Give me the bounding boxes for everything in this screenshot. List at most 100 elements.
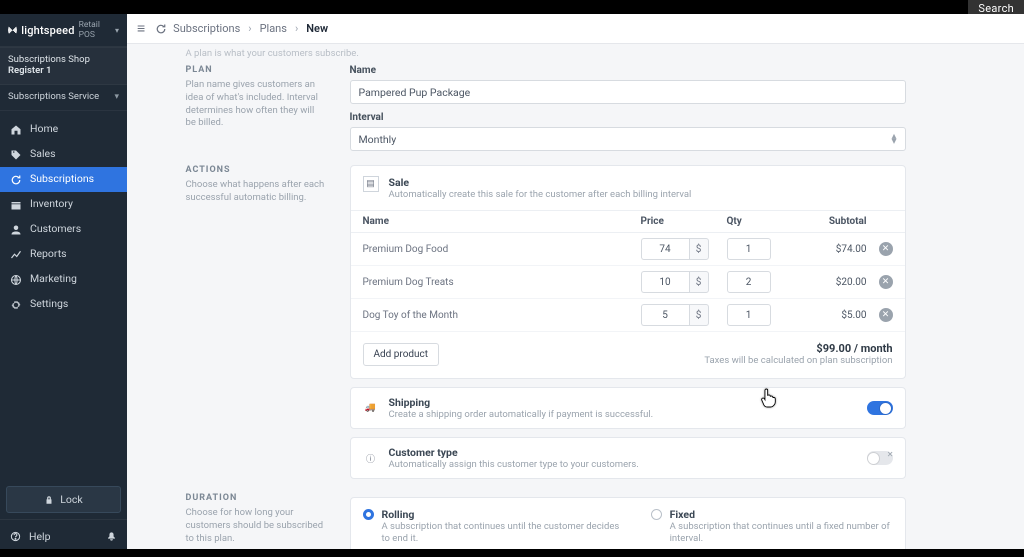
lightspeed-logo-icon (8, 24, 17, 36)
product-name: Premium Dog Treats (363, 277, 637, 288)
customer-type-toggle-row: ⓘ Customer type Automatically assign thi… (350, 437, 906, 479)
customer-type-subtitle: Automatically assign this customer type … (389, 459, 639, 470)
service-label: Subscriptions Service (8, 91, 99, 102)
plan-total: $99.00 / month (704, 342, 892, 355)
qty-input[interactable] (727, 304, 771, 326)
col-name: Name (363, 216, 637, 227)
user-icon (10, 224, 22, 236)
sidebar-item-settings[interactable]: Settings (0, 292, 127, 317)
sidebar-item-customers[interactable]: Customers (0, 217, 127, 242)
truck-icon: 🚚 (363, 400, 379, 416)
add-product-button[interactable]: Add product (363, 343, 440, 366)
shipping-toggle[interactable] (867, 401, 893, 415)
sidebar-item-home[interactable]: Home (0, 117, 127, 142)
breadcrumb-mid[interactable]: Plans (260, 22, 287, 35)
shop-block[interactable]: Subscriptions Shop Register 1 (0, 47, 127, 85)
currency-symbol: $ (689, 238, 709, 260)
home-icon (10, 124, 22, 136)
sidebar-item-label: Settings (30, 299, 68, 310)
refresh-icon (10, 174, 22, 186)
primary-nav: Home Sales Subscriptions Inventory Custo… (0, 111, 127, 480)
sidebar-item-marketing[interactable]: Marketing (0, 267, 127, 292)
sale-subtitle: Automatically create this sale for the c… (389, 189, 692, 200)
lock-button[interactable]: Lock (6, 486, 121, 513)
interval-select[interactable]: Monthly ▴▾ (350, 127, 906, 151)
tag-icon (10, 149, 22, 161)
price-input[interactable] (641, 271, 689, 293)
sidebar-item-label: Home (30, 124, 58, 135)
breadcrumb-leaf: New (306, 22, 328, 35)
row-subtotal: $74.00 (795, 244, 867, 255)
sidebar: lightspeed Retail POS ▾ Subscriptions Sh… (0, 14, 127, 549)
duration-option-fixed[interactable]: Fixed A subscription that continues unti… (651, 508, 893, 546)
sidebar-item-label: Marketing (30, 274, 77, 285)
remove-row-button[interactable]: ✕ (879, 308, 893, 322)
name-label: Name (350, 65, 906, 76)
fixed-name: Fixed (670, 508, 893, 521)
service-selector[interactable]: Subscriptions Service ▾ (0, 85, 127, 111)
section-title-duration: DURATION (186, 493, 326, 503)
close-icon: ✕ (882, 244, 890, 254)
gear-icon (10, 299, 22, 311)
product-name: Dog Toy of the Month (363, 310, 637, 321)
chevron-down-icon: ▾ (115, 26, 119, 35)
sidebar-item-label: Sales (30, 149, 56, 160)
sidebar-item-label: Subscriptions (30, 174, 94, 185)
globe-icon (10, 274, 22, 286)
qty-input[interactable] (727, 271, 771, 293)
radio-icon (651, 509, 662, 520)
breadcrumb-root[interactable]: Subscriptions (173, 22, 240, 35)
interval-label: Interval (350, 112, 906, 123)
menu-icon[interactable]: ≡ (137, 20, 145, 37)
remove-row-button[interactable]: ✕ (879, 275, 893, 289)
sidebar-item-label: Reports (30, 249, 67, 260)
app-bar: ≡ Subscriptions › Plans › New (127, 14, 1024, 44)
row-subtotal: $5.00 (795, 310, 867, 321)
help-label: Help (29, 530, 51, 543)
chevron-right-icon: › (248, 22, 251, 35)
col-subtotal: Subtotal (795, 216, 867, 227)
plan-name-input[interactable] (350, 80, 906, 104)
sidebar-item-inventory[interactable]: Inventory (0, 192, 127, 217)
close-icon: ✕ (882, 277, 890, 287)
sidebar-item-subscriptions[interactable]: Subscriptions (0, 167, 127, 192)
radio-icon (363, 509, 374, 520)
section-title-plan: PLAN (186, 65, 326, 75)
brand-sublabel: Retail POS (79, 20, 109, 40)
section-desc-duration: Choose for how long your customers shoul… (186, 507, 326, 545)
duration-option-rolling[interactable]: Rolling A subscription that continues un… (363, 508, 623, 546)
sidebar-item-label: Inventory (30, 199, 73, 210)
lock-icon (44, 495, 54, 505)
close-icon: ✕ (882, 310, 890, 320)
table-row: Premium Dog Food $ $74.00 ✕ (351, 233, 905, 266)
price-input[interactable] (641, 238, 689, 260)
register-name: Register 1 (8, 65, 119, 76)
brand-block[interactable]: lightspeed Retail POS ▾ (0, 14, 127, 47)
sidebar-item-sales[interactable]: Sales (0, 142, 127, 167)
brand-wordmark: lightspeed (21, 24, 74, 37)
sidebar-item-reports[interactable]: Reports (0, 242, 127, 267)
sidebar-item-label: Customers (30, 224, 81, 235)
bell-icon[interactable] (106, 531, 117, 542)
table-row: Premium Dog Treats $ $20.00 ✕ (351, 266, 905, 299)
col-qty: Qty (727, 216, 791, 227)
currency-symbol: $ (689, 271, 709, 293)
sale-title: Sale (389, 176, 692, 189)
rolling-desc: A subscription that continues until the … (382, 521, 623, 546)
table-row: Dog Toy of the Month $ $5.00 ✕ (351, 299, 905, 332)
shipping-toggle-row: 🚚 Shipping Create a shipping order autom… (350, 387, 906, 429)
section-desc-actions: Choose what happens after each successfu… (186, 179, 326, 205)
remove-row-button[interactable]: ✕ (879, 242, 893, 256)
tax-note: Taxes will be calculated on plan subscri… (704, 355, 892, 366)
price-input[interactable] (641, 304, 689, 326)
col-price: Price (641, 216, 723, 227)
help-icon (10, 531, 21, 542)
truncated-header-note: A plan is what your customers subscribe. (186, 44, 906, 65)
help-row[interactable]: Help (0, 519, 127, 549)
customer-type-toggle[interactable] (867, 451, 893, 465)
receipt-icon: ▤ (363, 176, 379, 192)
qty-input[interactable] (727, 238, 771, 260)
currency-symbol: $ (689, 304, 709, 326)
box-icon (10, 199, 22, 211)
chart-icon (10, 249, 22, 261)
